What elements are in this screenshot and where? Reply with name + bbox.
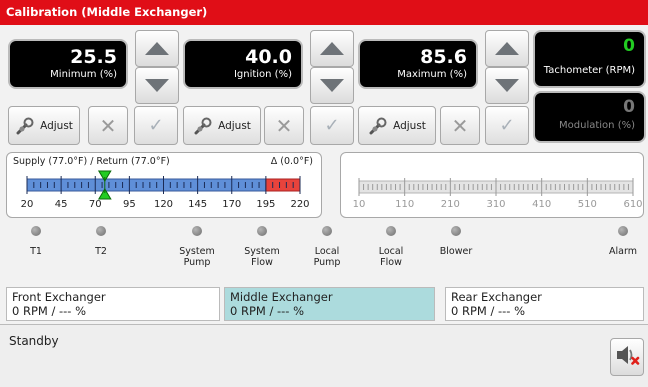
- wrench-icon: [193, 116, 213, 136]
- maximum-confirm-button[interactable]: ✓: [485, 106, 529, 145]
- arrow-up-icon: [320, 42, 344, 55]
- ignition-cancel-button[interactable]: ✕: [264, 106, 304, 145]
- modulation-readout: 0 Modulation (%): [533, 91, 646, 143]
- status-led: [451, 226, 461, 236]
- modulation-value: 0: [623, 97, 635, 117]
- indicator-label: System Pump: [179, 246, 215, 268]
- status-led: [96, 226, 106, 236]
- front-exchanger-tab[interactable]: Front Exchanger 0 RPM / --- %: [6, 287, 220, 321]
- maximum-readout: 85.6 Maximum (%): [358, 39, 478, 89]
- arrow-down-icon: [320, 79, 344, 92]
- status-led: [618, 226, 628, 236]
- exchanger-name: Middle Exchanger: [230, 290, 333, 304]
- minimum-readout: 25.5 Minimum (%): [8, 39, 128, 89]
- secondary-tick-label: 110: [395, 199, 415, 210]
- temperature-tick-label: 170: [222, 199, 242, 210]
- ignition-label: Ignition (%): [233, 69, 292, 80]
- status-led: [386, 226, 396, 236]
- ignition-confirm-button[interactable]: ✓: [310, 106, 354, 145]
- status-led: [257, 226, 267, 236]
- secondary-tick-label: 310: [486, 199, 506, 210]
- status-led: [322, 226, 332, 236]
- arrow-down-icon: [145, 79, 169, 92]
- mute-button[interactable]: [610, 338, 644, 376]
- ignition-adjust-button[interactable]: Adjust: [183, 106, 261, 145]
- status-led: [192, 226, 202, 236]
- arrow-down-icon: [495, 79, 519, 92]
- maximum-value: 85.6: [420, 46, 467, 68]
- tachometer-readout: 0 Tachometer (RPM): [533, 30, 646, 88]
- temperature-tick-label: 120: [153, 199, 174, 210]
- adjust-label: Adjust: [40, 119, 73, 132]
- middle-exchanger-tab[interactable]: Middle Exchanger 0 RPM / --- %: [224, 287, 435, 321]
- indicator-label: System Flow: [244, 246, 280, 268]
- minimum-value: 25.5: [70, 46, 117, 68]
- ignition-decrease-button[interactable]: [310, 67, 354, 104]
- temperature-tick-label: 220: [290, 199, 310, 210]
- temperature-gauge-panel: Supply (77.0°F) / Return (77.0°F) Δ (0.0…: [6, 152, 322, 218]
- check-icon: ✓: [499, 114, 515, 136]
- exchanger-name: Front Exchanger: [12, 290, 106, 304]
- exchanger-name: Rear Exchanger: [451, 290, 542, 304]
- minimum-cancel-button[interactable]: ✕: [88, 106, 128, 145]
- ignition-readout: 40.0 Ignition (%): [183, 39, 303, 89]
- x-icon: ✕: [451, 113, 469, 138]
- secondary-tick-label: 210: [440, 199, 460, 210]
- tachometer-value: 0: [623, 36, 635, 56]
- ignition-increase-button[interactable]: [310, 30, 354, 67]
- temperature-tick-label: 145: [188, 199, 208, 210]
- minimum-label: Minimum (%): [50, 69, 117, 80]
- maximum-decrease-button[interactable]: [485, 67, 529, 104]
- maximum-increase-button[interactable]: [485, 30, 529, 67]
- indicator-label: Alarm: [609, 246, 637, 257]
- wrench-icon: [15, 116, 35, 136]
- temperature-red-zone: [265, 178, 301, 192]
- check-icon: ✓: [148, 114, 164, 136]
- minimum-decrease-button[interactable]: [135, 67, 179, 104]
- speaker-muted-icon: [614, 342, 640, 372]
- x-icon: ✕: [99, 113, 117, 138]
- temperature-tick-label: 70: [88, 199, 102, 210]
- secondary-gauge-panel: 10 110 210 310 410 510 610: [340, 152, 644, 218]
- secondary-tick-label: 410: [532, 199, 552, 210]
- temperature-bar: [26, 178, 267, 192]
- maximum-label: Maximum (%): [397, 69, 467, 80]
- status-bar: Standby: [0, 324, 648, 387]
- temperature-tick-label: 95: [123, 199, 136, 210]
- modulation-label: Modulation (%): [559, 120, 635, 131]
- maximum-cancel-button[interactable]: ✕: [440, 106, 480, 145]
- minimum-confirm-button[interactable]: ✓: [134, 106, 178, 145]
- secondary-tick-label: 510: [577, 199, 597, 210]
- status-text: Standby: [9, 334, 59, 348]
- wrench-icon: [368, 116, 388, 136]
- x-icon: ✕: [275, 113, 293, 138]
- ignition-value: 40.0: [245, 46, 292, 68]
- minimum-increase-button[interactable]: [135, 30, 179, 67]
- adjust-label: Adjust: [393, 119, 426, 132]
- indicator-label: T1: [30, 246, 42, 257]
- indicator-label: Local Pump: [313, 246, 341, 268]
- secondary-tick-label: 10: [352, 199, 366, 210]
- check-icon: ✓: [324, 114, 340, 136]
- temperature-tick-label: 45: [54, 199, 68, 210]
- temperature-tick-label: 195: [256, 199, 276, 210]
- adjust-label: Adjust: [218, 119, 251, 132]
- exchanger-status: 0 RPM / --- %: [451, 304, 526, 318]
- arrow-up-icon: [495, 42, 519, 55]
- exchanger-status: 0 RPM / --- %: [230, 304, 305, 318]
- exchanger-status: 0 RPM / --- %: [12, 304, 87, 318]
- minimum-adjust-button[interactable]: Adjust: [8, 106, 80, 145]
- window-title: Calibration (Middle Exchanger): [0, 0, 648, 25]
- secondary-tick-label: 610: [623, 199, 643, 210]
- indicator-label: Local Flow: [378, 246, 404, 268]
- rear-exchanger-tab[interactable]: Rear Exchanger 0 RPM / --- %: [445, 287, 644, 321]
- maximum-adjust-button[interactable]: Adjust: [358, 106, 436, 145]
- indicator-label: T2: [95, 246, 107, 257]
- indicator-label: Blower: [439, 246, 473, 257]
- status-led: [31, 226, 41, 236]
- tachometer-label: Tachometer (RPM): [543, 65, 635, 76]
- temperature-tick-label: 20: [20, 199, 34, 210]
- arrow-up-icon: [145, 42, 169, 55]
